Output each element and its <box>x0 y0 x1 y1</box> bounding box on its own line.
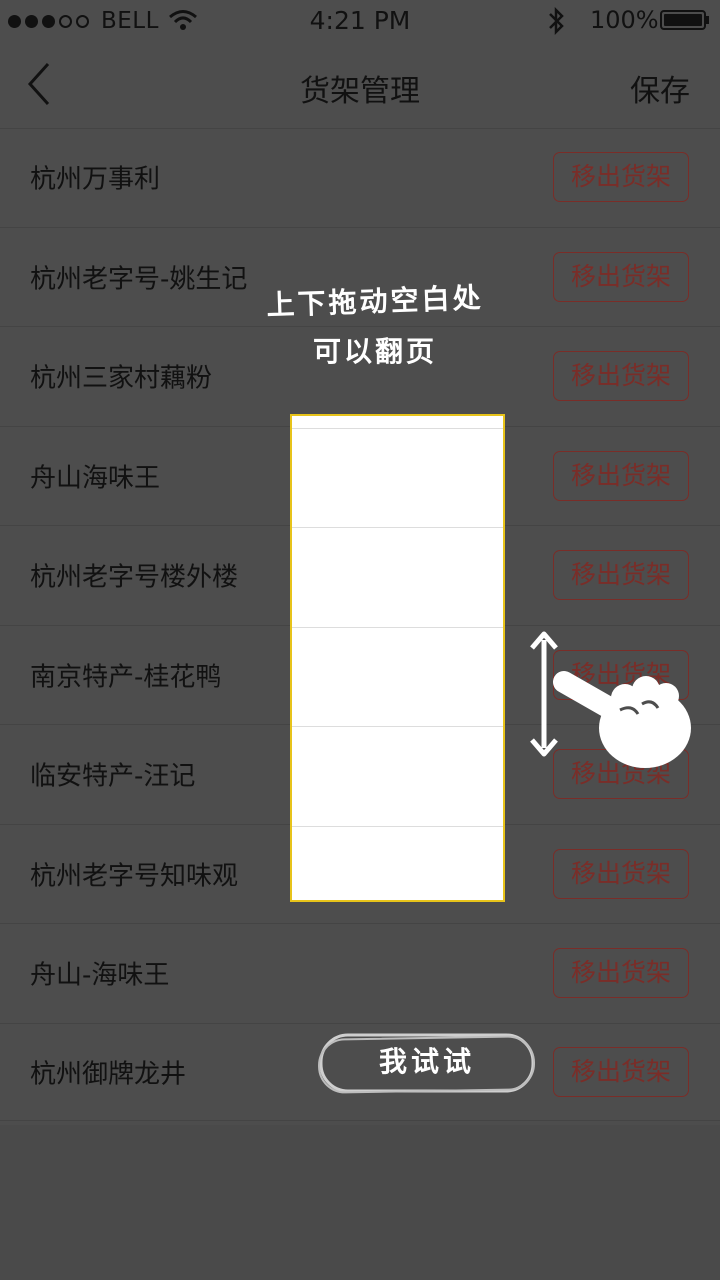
screen: BELL 4:21 PM 100% 货架管理 保存 杭州万事利 移出货架 杭州老字号… <box>0 0 720 1280</box>
shelf-item-name: 临安特产-汪记 <box>30 761 196 792</box>
status-bar: BELL 4:21 PM 100% <box>0 0 720 44</box>
shelf-item-name: 舟山-海味王 <box>30 960 170 991</box>
shelf-item-name: 南京特产-桂花鸭 <box>30 662 222 693</box>
bluetooth-icon <box>549 6 564 36</box>
divider <box>292 627 503 628</box>
divider <box>292 527 503 528</box>
hand-pointer-icon <box>553 671 691 768</box>
divider <box>292 726 503 727</box>
shelf-row: 舟山-海味王 移出货架 <box>0 924 720 1024</box>
empty-area <box>0 1125 720 1280</box>
navigation-bar: 货架管理 保存 <box>0 44 720 129</box>
shelf-item-name: 杭州老字号知味观 <box>30 861 239 892</box>
remove-from-shelf-button[interactable]: 移出货架 <box>553 450 689 501</box>
battery-percentage: 100% <box>590 6 659 34</box>
divider <box>292 428 503 429</box>
page-title: 货架管理 <box>300 74 420 109</box>
shelf-row: 杭州万事利 移出货架 <box>0 128 720 228</box>
remove-from-shelf-button[interactable]: 移出货架 <box>553 1046 689 1097</box>
remove-from-shelf-button[interactable]: 移出货架 <box>553 848 689 899</box>
battery-icon <box>660 10 709 30</box>
shelf-item-name: 杭州御牌龙井 <box>30 1059 187 1089</box>
try-button-label: 我试试 <box>378 1045 475 1078</box>
guide-hint-line2: 可以翻页 <box>312 335 437 368</box>
shelf-item-name: 杭州老字号楼外楼 <box>30 562 239 593</box>
remove-from-shelf-button[interactable]: 移出货架 <box>553 948 689 999</box>
divider <box>292 826 503 827</box>
drag-area-highlight[interactable] <box>290 414 505 902</box>
shelf-item-name: 舟山海味王 <box>30 463 161 494</box>
remove-from-shelf-button[interactable]: 移出货架 <box>553 152 689 203</box>
try-it-button[interactable]: 我试试 <box>316 1030 538 1096</box>
remove-from-shelf-button[interactable]: 移出货架 <box>553 550 689 601</box>
shelf-item-name: 杭州万事利 <box>30 164 161 195</box>
save-button[interactable]: 保存 <box>630 66 690 110</box>
